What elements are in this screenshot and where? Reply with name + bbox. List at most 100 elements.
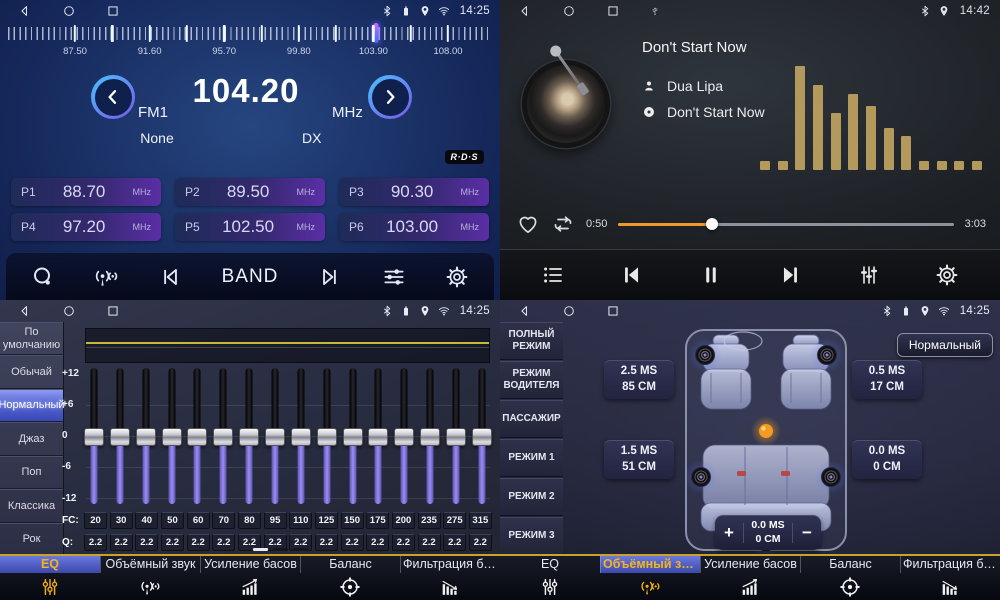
repeat-icon[interactable] xyxy=(551,212,575,236)
eq-band-slider[interactable] xyxy=(265,368,285,504)
slider-knob[interactable] xyxy=(187,428,207,446)
slider-knob[interactable] xyxy=(136,428,156,446)
skip-forward-icon[interactable] xyxy=(778,262,804,288)
profile-button[interactable]: Нормальный xyxy=(897,333,993,357)
eq-band-slider[interactable] xyxy=(291,368,311,504)
tune-down-button[interactable] xyxy=(91,75,135,119)
delay-rear-right[interactable]: 0.0 MS0 CM xyxy=(852,440,922,479)
settings-gear-icon[interactable] xyxy=(445,265,469,289)
recents-nav-icon[interactable] xyxy=(606,4,620,18)
eq-preset-item[interactable]: По умолчанию xyxy=(0,322,63,355)
slider-knob[interactable] xyxy=(472,428,492,446)
home-nav-icon[interactable] xyxy=(562,304,576,318)
listening-mode-item[interactable]: РЕЖИМ 1 xyxy=(500,439,563,477)
slider-knob[interactable] xyxy=(84,428,104,446)
slider-knob[interactable] xyxy=(162,428,182,446)
eq-preset-item[interactable]: Классика xyxy=(0,489,63,522)
slider-knob[interactable] xyxy=(368,428,388,446)
listening-mode-item[interactable]: ПАССАЖИР xyxy=(500,400,563,438)
home-nav-icon[interactable] xyxy=(62,4,76,18)
listening-mode-item[interactable]: ПОЛНЫЙ РЕЖИМ xyxy=(500,322,563,360)
tab-balance[interactable]: Баланс xyxy=(300,556,400,600)
recents-nav-icon[interactable] xyxy=(106,304,120,318)
tab-filter[interactable]: Фильтрация ба... xyxy=(900,556,1000,600)
eq-preset-item[interactable]: Рок xyxy=(0,523,63,556)
slider-knob[interactable] xyxy=(317,428,337,446)
band-button[interactable]: BAND xyxy=(222,266,279,288)
eq-band-slider[interactable] xyxy=(84,368,104,504)
slider-knob[interactable] xyxy=(446,428,466,446)
slider-knob[interactable] xyxy=(343,428,363,446)
eq-preset-item[interactable]: Нормальный xyxy=(0,389,63,422)
frequency-scale[interactable]: 87.5091.6095.7099.80103.90108.00 xyxy=(0,22,500,60)
tab-surround[interactable]: Объёмный звук xyxy=(600,556,700,600)
slider-knob[interactable] xyxy=(420,428,440,446)
eq-preset-item[interactable]: Обычай xyxy=(0,355,63,388)
back-nav-icon[interactable] xyxy=(18,304,32,318)
eq-band-slider[interactable] xyxy=(472,368,492,504)
eq-preset-item[interactable]: Поп xyxy=(0,456,63,489)
broadcast-icon[interactable] xyxy=(93,264,119,290)
slider-knob[interactable] xyxy=(213,428,233,446)
favorite-heart-icon[interactable] xyxy=(516,212,540,236)
tab-balance[interactable]: Баланс xyxy=(800,556,900,600)
tab-bass[interactable]: Усиление басов xyxy=(700,556,800,600)
skip-back-icon[interactable] xyxy=(618,262,644,288)
slider-knob[interactable] xyxy=(110,428,130,446)
recents-nav-icon[interactable] xyxy=(106,4,120,18)
home-nav-icon[interactable] xyxy=(62,304,76,318)
tab-filter[interactable]: Фильтрация ба... xyxy=(400,556,500,600)
slider-knob[interactable] xyxy=(265,428,285,446)
back-nav-icon[interactable] xyxy=(18,4,32,18)
eq-band-slider[interactable] xyxy=(394,368,414,504)
eq-band-slider[interactable] xyxy=(420,368,440,504)
eq-band-slider[interactable] xyxy=(368,368,388,504)
frequency-pointer[interactable] xyxy=(374,23,379,43)
eq-band-slider[interactable] xyxy=(162,368,182,504)
home-nav-icon[interactable] xyxy=(562,4,576,18)
radio-preset-button[interactable]: P188.70MHz xyxy=(11,178,161,206)
radio-preset-button[interactable]: P289.50MHz xyxy=(175,178,325,206)
eq-band-slider[interactable] xyxy=(343,368,363,504)
delay-front-right[interactable]: 0.5 MS17 CM xyxy=(852,360,922,399)
tab-bass[interactable]: Усиление басов xyxy=(200,556,300,600)
skip-back-icon[interactable] xyxy=(157,264,183,290)
increase-delay-button[interactable]: + xyxy=(715,523,743,543)
eq-preset-item[interactable]: Джаз xyxy=(0,422,63,455)
eq-band-slider[interactable] xyxy=(317,368,337,504)
radio-preset-button[interactable]: P497.20MHz xyxy=(11,213,161,241)
seek-bar-thumb[interactable] xyxy=(706,218,718,230)
listening-mode-item[interactable]: РЕЖИМ ВОДИТЕЛЯ xyxy=(500,361,563,399)
eq-band-slider[interactable] xyxy=(136,368,156,504)
eq-band-slider[interactable] xyxy=(110,368,130,504)
eq-band-slider[interactable] xyxy=(213,368,233,504)
eq-band-slider[interactable] xyxy=(446,368,466,504)
decrease-delay-button[interactable]: − xyxy=(793,523,821,543)
delay-front-left[interactable]: 2.5 MS85 CM xyxy=(604,360,674,399)
tab-eq[interactable]: EQ xyxy=(0,556,100,600)
pause-icon[interactable] xyxy=(698,262,724,288)
volume-sliders-icon[interactable] xyxy=(857,263,881,287)
scan-icon[interactable] xyxy=(31,265,55,289)
tab-eq[interactable]: EQ xyxy=(500,556,600,600)
radio-preset-button[interactable]: P6103.00MHz xyxy=(339,213,489,241)
eq-band-slider[interactable] xyxy=(187,368,207,504)
radio-preset-button[interactable]: P390.30MHz xyxy=(339,178,489,206)
skip-forward-icon[interactable] xyxy=(317,264,343,290)
slider-knob[interactable] xyxy=(291,428,311,446)
radio-preset-button[interactable]: P5102.50MHz xyxy=(175,213,325,241)
tab-surround[interactable]: Объёмный звук xyxy=(100,556,200,600)
settings-gear-icon[interactable] xyxy=(935,263,959,287)
delay-rear-left[interactable]: 1.5 MS51 CM xyxy=(604,440,674,479)
equalizer-sliders-icon[interactable] xyxy=(381,264,407,290)
back-nav-icon[interactable] xyxy=(518,304,532,318)
recents-nav-icon[interactable] xyxy=(606,304,620,318)
seek-bar[interactable] xyxy=(618,223,953,226)
slider-knob[interactable] xyxy=(239,428,259,446)
back-nav-icon[interactable] xyxy=(518,4,532,18)
tune-up-button[interactable] xyxy=(368,75,412,119)
playlist-icon[interactable] xyxy=(541,263,565,287)
slider-knob[interactable] xyxy=(394,428,414,446)
listening-mode-item[interactable]: РЕЖИМ 3 xyxy=(500,517,563,555)
listening-mode-item[interactable]: РЕЖИМ 2 xyxy=(500,478,563,516)
